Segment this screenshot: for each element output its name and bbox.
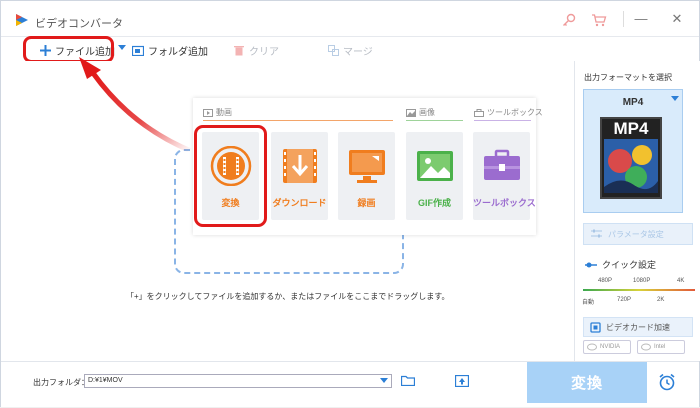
trash-icon	[233, 44, 245, 56]
section-toolbox-line	[474, 120, 531, 121]
section-image-line	[406, 120, 463, 121]
card-label: ツールボックス	[473, 198, 536, 208]
param-settings-button[interactable]: パラメータ設定	[583, 223, 693, 245]
output-folder-dropdown-icon[interactable]	[380, 378, 388, 383]
monitor-record-icon	[349, 150, 385, 183]
convert-button[interactable]: 変換	[527, 362, 647, 403]
toolbox-small-icon	[474, 108, 484, 117]
gpu-accel-button[interactable]: ビデオカード加速	[583, 317, 693, 337]
image-icon	[406, 108, 416, 117]
quality-slider[interactable]	[583, 289, 695, 291]
quality-label: 4K	[677, 278, 685, 284]
format-dropdown-icon[interactable]	[671, 96, 679, 101]
app-title: ビデオコンバータ	[35, 18, 123, 30]
clear-button[interactable]: クリア	[233, 42, 279, 58]
toolbox-icon	[484, 149, 520, 180]
card-download[interactable]: ダウンロード	[271, 132, 328, 220]
nvidia-chip: NVIDIA	[583, 340, 631, 354]
quality-label: 自動	[582, 300, 595, 306]
card-gif[interactable]: GIF作成	[406, 132, 463, 220]
card-label: GIF作成	[418, 198, 451, 208]
output-location-icon[interactable]	[455, 375, 469, 387]
quality-label: 480P	[598, 278, 613, 284]
section-video: 動画	[203, 107, 232, 118]
nvidia-icon	[587, 343, 597, 351]
section-image: 画像	[406, 107, 435, 118]
output-folder-label: 出力フォルダ：	[33, 378, 89, 387]
sliders-icon	[591, 229, 602, 238]
convert-highlight	[194, 125, 267, 227]
output-folder-field[interactable]: D:¥1¥MOV	[84, 374, 392, 388]
merge-button[interactable]: マージ	[327, 42, 373, 58]
merge-icon	[327, 44, 339, 56]
add-folder-button[interactable]: フォルダ追加	[132, 42, 208, 58]
clear-label: クリア	[249, 46, 279, 58]
app-logo-icon	[16, 14, 28, 26]
add-file-highlight	[23, 36, 114, 63]
quick-settings: クイック設定	[585, 258, 656, 271]
key-icon[interactable]	[561, 12, 577, 28]
chip-icon	[590, 322, 601, 333]
close-button[interactable]: ✕	[666, 9, 688, 29]
section-video-line	[203, 120, 393, 121]
intel-chip: Intel	[637, 340, 685, 354]
section-toolbox: ツールボックス	[474, 107, 543, 118]
drop-hint: 「+」をクリックしてファイルを追加するか、またはファイルをここまでドラッグします…	[126, 292, 450, 301]
open-folder-icon[interactable]	[401, 375, 415, 386]
card-label: ダウンロード	[272, 198, 327, 208]
quality-label: 2K	[657, 297, 665, 303]
cart-icon[interactable]	[591, 12, 607, 28]
minimize-button[interactable]: —	[630, 9, 652, 29]
quality-label: 720P	[617, 297, 632, 303]
alarm-clock-icon[interactable]	[658, 373, 676, 391]
divider	[623, 11, 624, 27]
download-icon	[283, 149, 317, 183]
quick-slider-icon	[585, 262, 597, 267]
format-name: MP4	[622, 97, 644, 108]
merge-label: マージ	[343, 46, 373, 58]
video-icon	[203, 108, 213, 117]
chevron-down-icon[interactable]	[118, 45, 126, 51]
add-folder-label: フォルダ追加	[148, 46, 208, 58]
app-window: ビデオコンバータ — ✕ ファイル追加 フォルダ追加 クリア マージ 動画 画像…	[0, 0, 700, 407]
quality-label: 1080P	[633, 278, 651, 284]
gif-image-icon	[417, 151, 453, 181]
card-record[interactable]: 録画	[338, 132, 395, 220]
output-format-title: 出力フォーマットを選択	[584, 73, 672, 82]
card-label: 録画	[357, 198, 376, 208]
folder-add-icon	[132, 44, 144, 56]
mp4-thumbnail-text: MP4	[613, 119, 649, 138]
intel-icon	[641, 343, 651, 351]
card-toolbox[interactable]: ツールボックス	[473, 132, 536, 220]
